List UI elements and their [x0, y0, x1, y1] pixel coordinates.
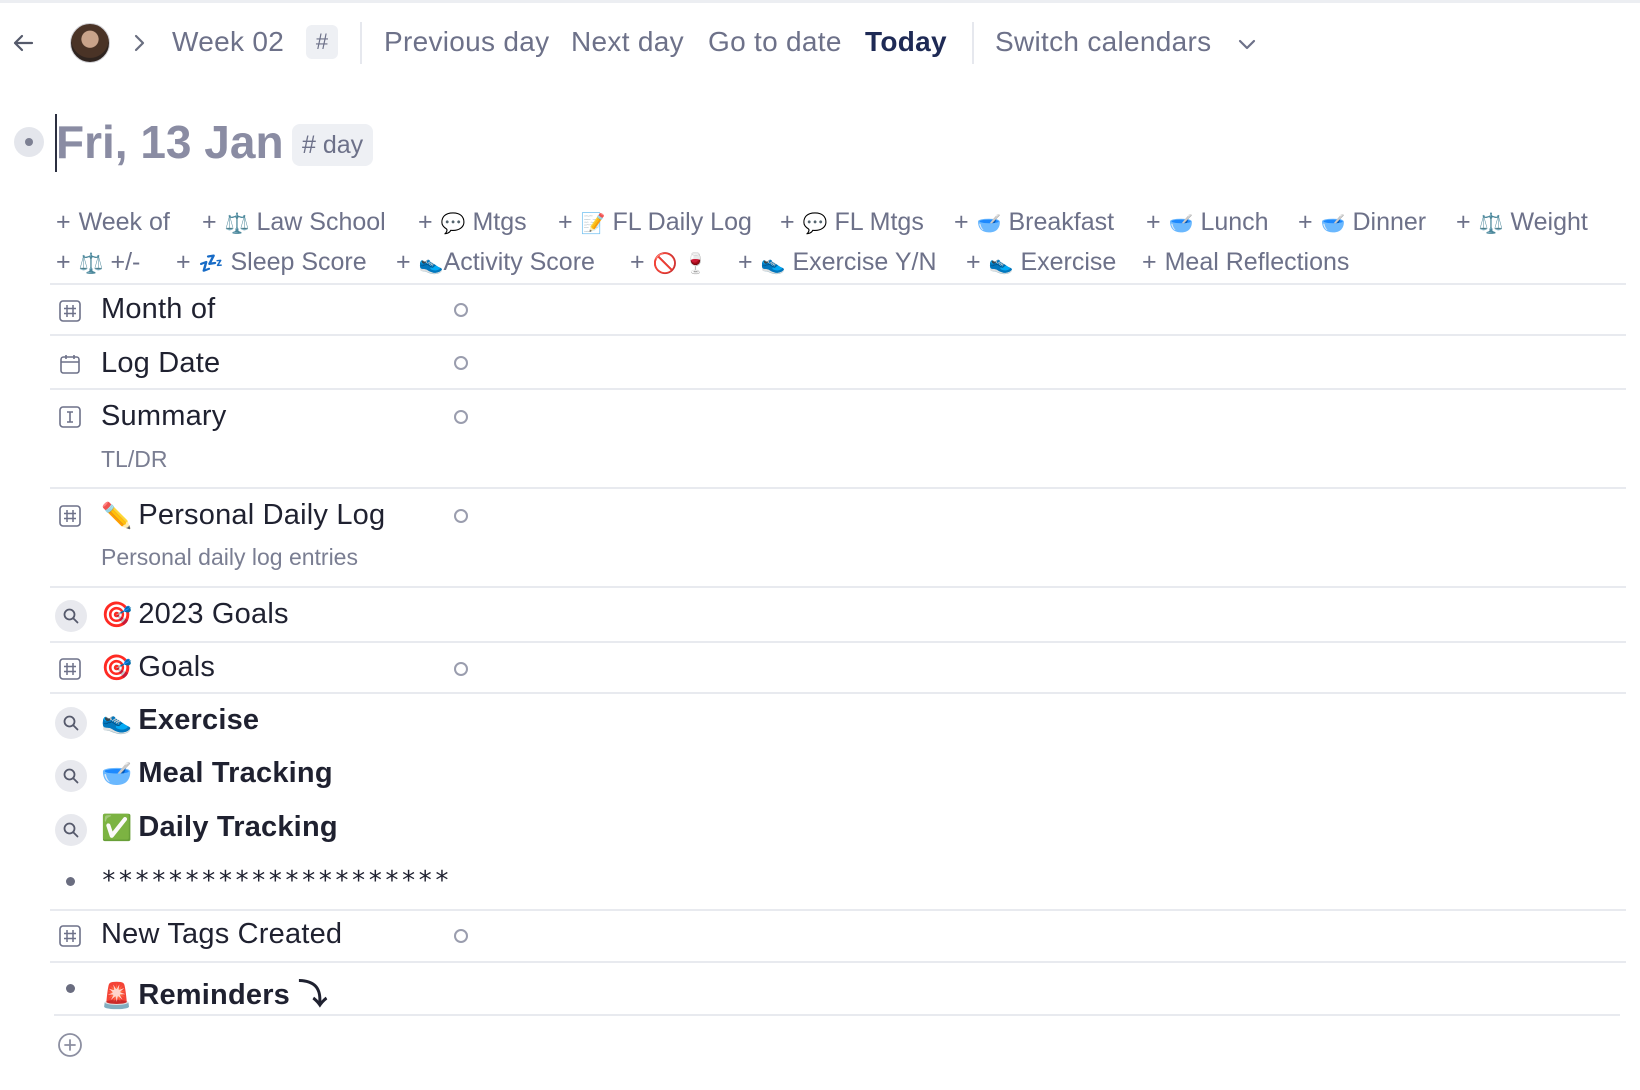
divider: [50, 586, 1626, 588]
empty-value-circle[interactable]: [454, 509, 468, 523]
add-field-week-of[interactable]: + Week of: [56, 205, 170, 239]
reminders-node[interactable]: 🚨 Reminders ⤵: [101, 971, 327, 1013]
add-field-exercise[interactable]: + 👟 Exercise: [966, 245, 1116, 279]
previous-day-link[interactable]: Previous day: [384, 26, 549, 58]
add-field-exercise-yn[interactable]: + 👟 Exercise Y/N: [738, 245, 937, 279]
empty-value-circle[interactable]: [454, 662, 468, 676]
divider: [50, 388, 1626, 390]
field-description: TL/DR: [101, 446, 168, 472]
field-goals[interactable]: 🎯 Goals: [101, 651, 215, 684]
add-field-fl-daily-log[interactable]: + 📝 FL Daily Log: [558, 205, 752, 239]
today-link[interactable]: Today: [865, 26, 947, 58]
back-arrow-icon[interactable]: [8, 28, 38, 58]
add-field-activity-score[interactable]: + 👟Activity Score: [396, 245, 595, 279]
add-field-meal-reflections[interactable]: + Meal Reflections: [1142, 245, 1349, 279]
hash-field-icon: [58, 504, 82, 528]
next-day-link[interactable]: Next day: [571, 26, 684, 58]
add-field-fl-mtgs[interactable]: + 💬 FL Mtgs: [780, 205, 924, 239]
divider: [54, 1014, 1620, 1016]
day-tag[interactable]: # day: [292, 124, 374, 166]
field-log-date[interactable]: Log Date: [101, 347, 220, 380]
field-personal-daily-log[interactable]: ✏️ Personal Daily Log: [101, 499, 385, 532]
divider: [50, 334, 1626, 336]
divider: [50, 692, 1626, 694]
breadcrumb-hash-tag[interactable]: #: [306, 25, 338, 59]
field-summary[interactable]: Summary: [101, 400, 226, 433]
breadcrumb-week[interactable]: Week 02: [172, 26, 284, 58]
calendar-icon: [58, 352, 82, 376]
page-title[interactable]: Fri, 13 Jan: [56, 115, 284, 169]
add-field-lunch[interactable]: + 🥣 Lunch: [1146, 205, 1269, 239]
add-field-breakfast[interactable]: + 🥣 Breakfast: [954, 205, 1114, 239]
divider: [972, 22, 974, 64]
add-field-sleep-score[interactable]: + 💤 Sleep Score: [176, 245, 367, 279]
switch-calendars-button[interactable]: Switch calendars: [995, 26, 1211, 58]
add-field-law-school[interactable]: + ⚖️ Law School: [202, 205, 386, 239]
search-icon[interactable]: [55, 600, 87, 632]
top-border: [0, 0, 1640, 3]
divider: [50, 487, 1626, 489]
go-to-date-link[interactable]: Go to date: [708, 26, 842, 58]
chevron-right-icon: [128, 32, 150, 54]
avatar[interactable]: [70, 23, 110, 63]
separator-node[interactable]: *********************: [101, 866, 451, 896]
search-icon[interactable]: [55, 760, 87, 792]
empty-value-circle[interactable]: [454, 303, 468, 317]
hash-field-icon: [58, 657, 82, 681]
chevron-down-icon[interactable]: [1236, 33, 1258, 55]
empty-value-circle[interactable]: [454, 356, 468, 370]
field-2023-goals[interactable]: 🎯 2023 Goals: [101, 598, 289, 631]
empty-value-circle[interactable]: [454, 410, 468, 424]
add-field-weight[interactable]: + ⚖️ Weight: [1456, 205, 1588, 239]
hash-field-icon: [58, 924, 82, 948]
add-field-dinner[interactable]: + 🥣 Dinner: [1298, 205, 1426, 239]
bullet[interactable]: [66, 877, 75, 886]
add-field-mtgs[interactable]: + 💬 Mtgs: [418, 205, 527, 239]
hash-field-icon: [58, 299, 82, 323]
search-exercise[interactable]: 👟 Exercise: [101, 704, 259, 737]
search-icon[interactable]: [55, 707, 87, 739]
add-field-no-wine[interactable]: + 🚫 🍷: [630, 245, 708, 279]
divider: [50, 961, 1626, 963]
search-daily-tracking[interactable]: ✅ Daily Tracking: [101, 811, 338, 844]
divider: [360, 22, 362, 64]
text-field-icon: [58, 405, 82, 429]
empty-value-circle[interactable]: [454, 929, 468, 943]
add-field-plus-minus[interactable]: + ⚖️ +/-: [56, 245, 140, 279]
search-icon[interactable]: [55, 814, 87, 846]
search-meal-tracking[interactable]: 🥣 Meal Tracking: [101, 757, 333, 790]
divider: [50, 909, 1626, 911]
bullet[interactable]: [66, 984, 75, 993]
field-new-tags-created[interactable]: New Tags Created: [101, 918, 342, 951]
field-description: Personal daily log entries: [101, 544, 358, 570]
top-bar: Week 02 # Previous day Next day Go to da…: [0, 18, 1640, 68]
divider: [50, 641, 1626, 643]
title-bullet[interactable]: [14, 127, 44, 157]
divider: [50, 283, 1626, 285]
field-month-of[interactable]: Month of: [101, 293, 215, 326]
add-node-plus-icon[interactable]: [57, 1032, 83, 1058]
